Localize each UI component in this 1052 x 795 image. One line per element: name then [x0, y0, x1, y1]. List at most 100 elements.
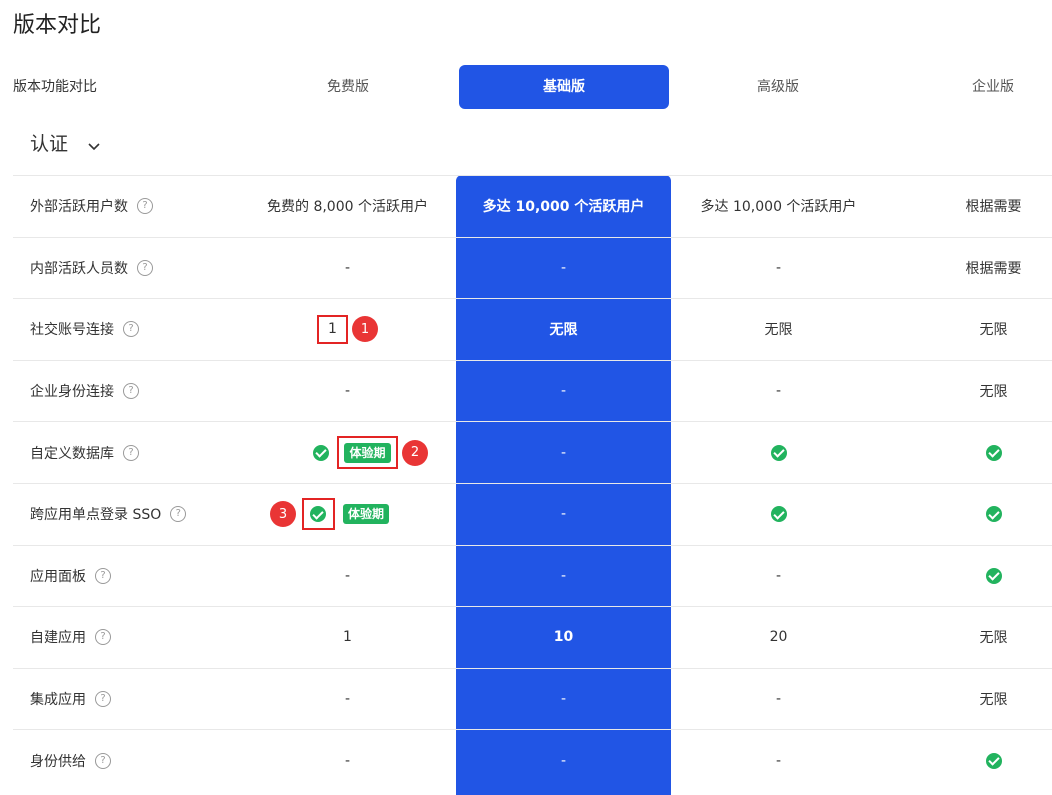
- tab-basic[interactable]: 基础版: [459, 65, 669, 109]
- comparison-table: 外部活跃用户数? 免费的 8,000 个活跃用户 多达 10,000 个活跃用户…: [13, 175, 1052, 791]
- table-row: 身份供给? - - -: [13, 729, 1052, 791]
- advanced-value: 20: [769, 629, 788, 646]
- feature-label: 集成应用: [30, 692, 86, 709]
- feature-label: 身份供给: [30, 753, 86, 770]
- chevron-down-icon: [88, 129, 100, 161]
- question-circle-icon[interactable]: ?: [123, 444, 139, 461]
- question-circle-icon[interactable]: ?: [95, 629, 111, 646]
- enterprise-value: [886, 422, 1052, 483]
- enterprise-value: 无限: [979, 384, 1008, 401]
- basic-value: 多达 10,000 个活跃用户: [482, 199, 645, 216]
- basic-value: -: [560, 506, 567, 523]
- advanced-value: -: [775, 383, 782, 400]
- feature-label: 外部活跃用户数: [30, 199, 128, 216]
- plan-header: 版本功能对比 免费版 基础版 高级版 企业版: [0, 65, 1052, 109]
- feature-label: 自定义数据库: [30, 445, 114, 462]
- basic-value: -: [560, 691, 567, 708]
- annotation-marker: 3: [269, 501, 296, 528]
- feature-cell: 企业身份连接?: [30, 361, 139, 422]
- question-circle-icon[interactable]: ?: [95, 567, 111, 584]
- tab-advanced[interactable]: 高级版: [673, 65, 883, 109]
- feature-cell: 身份供给?: [30, 730, 111, 791]
- advanced-value: -: [775, 567, 782, 584]
- feature-cell: 自定义数据库?: [30, 422, 139, 483]
- advanced-value: [671, 484, 886, 545]
- free-value: 免费的 8,000 个活跃用户: [267, 199, 428, 216]
- check-circle-icon: [985, 567, 1002, 584]
- table-row: 跨应用单点登录 SSO? 3 体验期 -: [13, 482, 1052, 545]
- feature-label: 内部活跃人员数: [30, 260, 128, 277]
- check-circle-icon: [985, 752, 1002, 769]
- free-value: -: [344, 259, 351, 276]
- table-row: 自定义数据库? 体验期 2 -: [13, 421, 1052, 483]
- trial-badge: 体验期: [342, 504, 389, 525]
- enterprise-value: 无限: [979, 322, 1008, 339]
- check-circle-icon: [313, 444, 329, 461]
- free-value: 1: [317, 314, 348, 344]
- annotation-marker: 1: [352, 316, 378, 343]
- enterprise-value: 无限: [979, 630, 1008, 647]
- advanced-value: 多达 10,000 个活跃用户: [700, 199, 857, 216]
- table-row: 自建应用? 1 10 20 无限: [13, 606, 1052, 668]
- feature-cell: 内部活跃人员数?: [30, 238, 153, 299]
- advanced-value: -: [775, 752, 782, 769]
- feature-label: 跨应用单点登录 SSO: [30, 507, 162, 524]
- enterprise-value: 根据需要: [965, 260, 1022, 277]
- free-value: -: [344, 752, 351, 769]
- basic-value: -: [560, 567, 567, 584]
- free-value: -: [344, 383, 351, 400]
- table-row: 应用面板? - - -: [13, 544, 1052, 607]
- feature-cell: 自建应用?: [30, 607, 111, 668]
- question-circle-icon[interactable]: ?: [137, 198, 153, 215]
- question-circle-icon[interactable]: ?: [95, 752, 111, 769]
- tab-enterprise[interactable]: 企业版: [888, 65, 1052, 109]
- trial-badge-highlight: 体验期: [337, 436, 398, 470]
- feature-cell: 应用面板?: [30, 546, 111, 607]
- enterprise-value: [886, 730, 1052, 791]
- trial-badge: 体验期: [344, 442, 391, 463]
- check-circle-icon: [770, 506, 787, 523]
- free-value: -: [344, 691, 351, 708]
- enterprise-value: [886, 484, 1052, 545]
- advanced-value: [671, 422, 886, 483]
- basic-value: -: [560, 444, 567, 461]
- question-circle-icon[interactable]: ?: [137, 259, 153, 276]
- check-highlight: [301, 498, 335, 531]
- check-circle-icon: [770, 444, 787, 461]
- table-row: 企业身份连接? - - - 无限: [13, 359, 1052, 422]
- free-value: -: [344, 567, 351, 584]
- enterprise-value: 无限: [979, 692, 1008, 709]
- basic-value: -: [560, 259, 567, 276]
- question-circle-icon[interactable]: ?: [123, 321, 139, 338]
- check-circle-icon: [985, 444, 1002, 461]
- advanced-value: -: [775, 691, 782, 708]
- table-row: 社交账号连接? 1 1 无限 无限 无限: [13, 298, 1052, 360]
- question-circle-icon[interactable]: ?: [123, 383, 139, 400]
- table-row: 集成应用? - - - 无限: [13, 667, 1052, 730]
- table-row: 内部活跃人员数? - - - 根据需要: [13, 236, 1052, 299]
- check-circle-icon: [310, 506, 327, 523]
- basic-value: -: [560, 752, 567, 769]
- question-circle-icon[interactable]: ?: [95, 691, 111, 708]
- question-circle-icon[interactable]: ?: [170, 506, 187, 523]
- basic-value: 10: [553, 629, 574, 646]
- page-title: 版本对比: [13, 13, 102, 38]
- free-value-cell: 1 1: [237, 299, 458, 360]
- free-value-cell: 3 体验期: [219, 484, 440, 545]
- feature-label: 自建应用: [30, 630, 86, 647]
- feature-label: 应用面板: [30, 568, 86, 585]
- feature-cell: 外部活跃用户数?: [30, 176, 153, 237]
- free-value-cell: 体验期 2: [260, 422, 481, 483]
- basic-value: -: [560, 383, 567, 400]
- feature-cell: 跨应用单点登录 SSO?: [30, 484, 187, 545]
- tab-free[interactable]: 免费版: [243, 65, 453, 109]
- section-title: 认证: [30, 133, 69, 155]
- feature-label: 社交账号连接: [30, 322, 114, 339]
- enterprise-value: [886, 546, 1052, 607]
- advanced-value: -: [775, 259, 782, 276]
- section-toggle-auth[interactable]: 认证: [30, 128, 100, 160]
- basic-value: 无限: [549, 322, 578, 339]
- feature-cell: 社交账号连接?: [30, 299, 139, 360]
- advanced-value: 无限: [764, 322, 793, 339]
- check-circle-icon: [985, 506, 1002, 523]
